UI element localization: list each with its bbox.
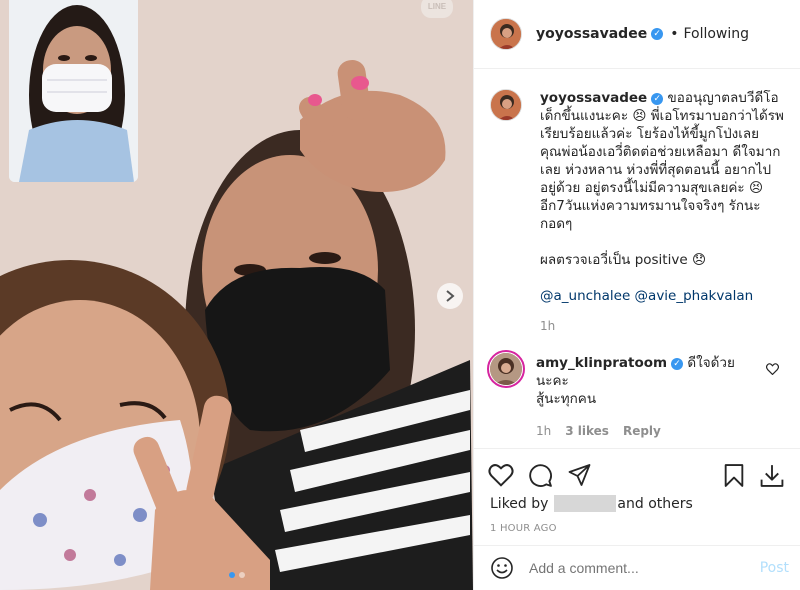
caption-comment: yoyossavadee ✓ ขออนุญาตลบวีดีโอ เด็กขึ้นแ…	[474, 70, 800, 335]
post-header: yoyossavadee ✓ • Following	[474, 0, 800, 69]
post-timestamp[interactable]: 1 HOUR AGO	[474, 523, 800, 534]
download-icon[interactable]	[759, 463, 785, 488]
avatar-image	[490, 353, 522, 385]
comment-item: amy_klinpratoom ✓ ดีใจด้วยนะคะ สู้นะทุกคน…	[474, 335, 800, 440]
liked-by-others[interactable]: and others	[617, 496, 692, 512]
like-heart-icon[interactable]	[488, 463, 514, 487]
caption-text: เรียบร้อยแล้วค่ะ โยร้องไห้ขี้มูกโป่งเลย	[540, 126, 760, 142]
avatar-image	[491, 19, 521, 49]
liked-by-line: Liked by and others	[474, 495, 800, 512]
post-side-panel: yoyossavadee ✓ • Following yoyossavadee ✓…	[473, 0, 800, 590]
verified-badge-icon: ✓	[651, 93, 664, 105]
carousel-indicator	[0, 572, 473, 578]
video-call-inset	[9, 0, 138, 182]
verified-badge-icon: ✓	[651, 28, 664, 40]
action-icons	[474, 449, 800, 493]
caption-text: คุณพ่อน้องเอวี่ติดต่อช่วยเหลือมา ดีใจมาก	[540, 144, 781, 160]
separator-dot: •	[670, 26, 679, 42]
comment-text-line-2: สู้นะทุกคน	[536, 391, 597, 407]
emoji-smiley-icon[interactable]	[490, 556, 514, 580]
caption-text: ขออนุญาตลบวีดีโอ	[667, 90, 779, 106]
caption-text: อยู่ด้วย อยู่ตรงนี้ไม่มีความสุขเลยค่ะ 😣	[540, 180, 764, 196]
caption-text: เด็กขึ้นแงนะคะ 😣 พี่เอโทรมาบอกว่าได้รพ	[540, 108, 784, 124]
comment-bubble-icon[interactable]	[528, 463, 553, 488]
add-comment-bar: Post	[474, 545, 800, 590]
caption-body: yoyossavadee ✓ ขออนุญาตลบวีดีโอ เด็กขึ้นแ…	[540, 89, 785, 335]
post-actions: Liked by and others 1 HOUR AGO	[474, 448, 800, 548]
mention-link[interactable]: @a_unchalee	[540, 288, 630, 304]
like-comment-heart-icon[interactable]	[766, 363, 779, 375]
caption-text: เลย ห่วงหลาน ห่วงพี่ที่สุดตอนนี้ อยากไป	[540, 162, 772, 178]
comments-list[interactable]: yoyossavadee ✓ ขออนุญาตลบวีดีโอ เด็กขึ้นแ…	[474, 70, 800, 448]
caption-text: อีก7วันแห่งความทรมานใจจริงๆ รักนะ	[540, 198, 761, 214]
caption-text: กอดๆ	[540, 216, 573, 232]
verified-badge-icon: ✓	[671, 358, 684, 370]
comment-text: amy_klinpratoom ✓ ดีใจด้วยนะคะ	[536, 354, 751, 390]
mention-link[interactable]: @avie_phakvalan	[635, 288, 754, 304]
caption-line-1: yoyossavadee ✓ ขออนุญาตลบวีดีโอ	[540, 89, 785, 107]
comment-meta: 1h 3 likes Reply	[536, 422, 751, 440]
comment-likes[interactable]: 3 likes	[565, 422, 609, 440]
caption-username[interactable]: yoyossavadee	[540, 90, 647, 106]
share-paper-plane-icon[interactable]	[567, 463, 592, 487]
commenter-username[interactable]: amy_klinpratoom	[536, 355, 667, 371]
comment-timestamp[interactable]: 1h	[536, 422, 551, 440]
caption-avatar[interactable]	[490, 89, 522, 121]
author-avatar[interactable]	[490, 18, 522, 50]
commenter-avatar[interactable]	[487, 350, 525, 388]
caption-result: ผลตรวจเอวี่เป็น positive 😞	[540, 252, 707, 268]
following-button[interactable]: Following	[683, 26, 749, 42]
avatar-image	[491, 90, 521, 120]
comment-body: amy_klinpratoom ✓ ดีใจด้วยนะคะ สู้นะทุกคน…	[536, 350, 751, 440]
comment-input[interactable]	[529, 560, 760, 576]
line-watermark: LINE	[421, 0, 453, 18]
inset-scene	[9, 0, 138, 182]
carousel-dot	[238, 572, 245, 578]
reply-button[interactable]: Reply	[623, 422, 661, 440]
author-username[interactable]: yoyossavadee	[536, 26, 647, 42]
post-photo[interactable]: LINE	[0, 0, 473, 590]
post-comment-button[interactable]: Post	[760, 560, 789, 576]
next-photo-button[interactable]	[437, 283, 463, 309]
liked-by-prefix: Liked by	[490, 495, 549, 512]
caption-mentions: @a_unchalee @avie_phakvalan	[540, 287, 785, 305]
chevron-right-icon	[446, 290, 455, 302]
save-bookmark-icon[interactable]	[723, 463, 745, 488]
redacted-username	[554, 495, 617, 512]
carousel-dot	[228, 572, 235, 578]
caption-timestamp[interactable]: 1h	[540, 317, 785, 335]
